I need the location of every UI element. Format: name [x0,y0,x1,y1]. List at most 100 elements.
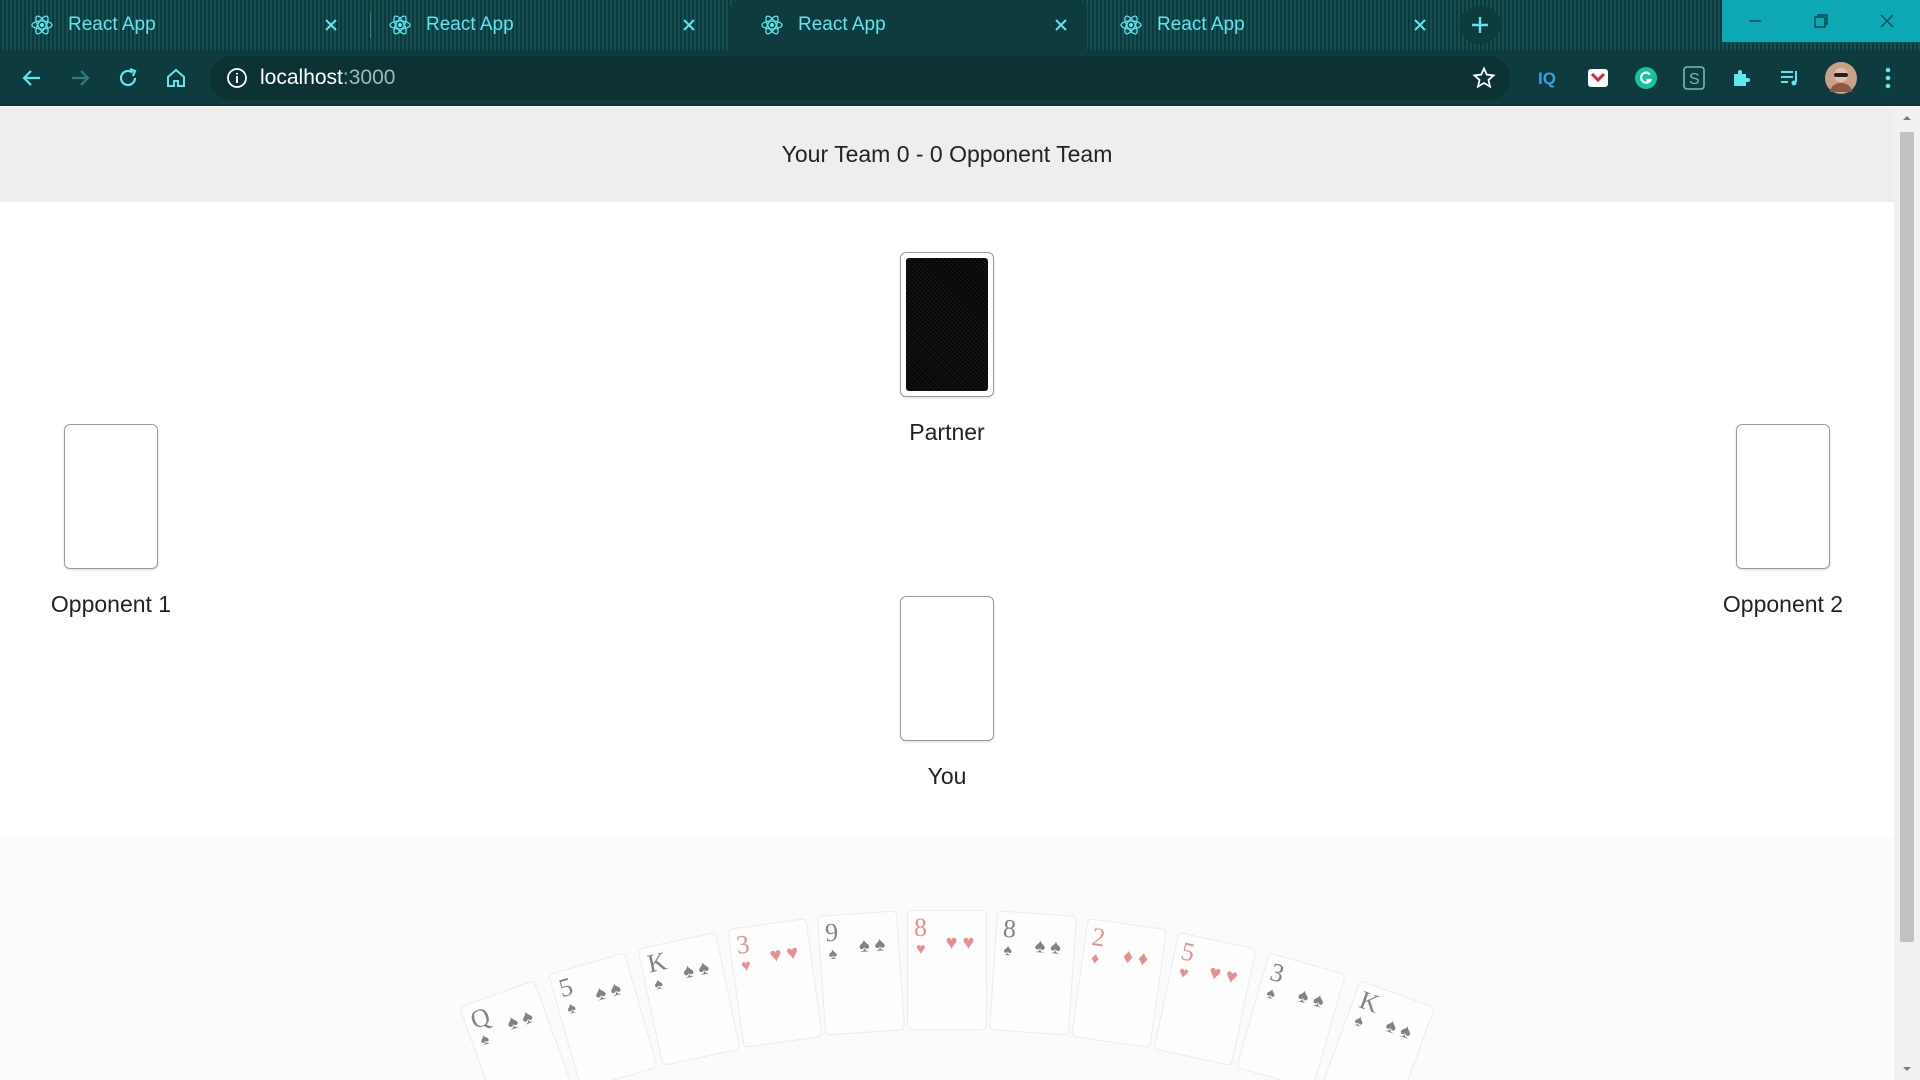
card-suit: ♦ [1089,949,1101,968]
page-viewport: Your Team 0 - 0 Opponent Team Partner Op… [0,107,1894,1080]
opponent1-card-slot [64,424,158,569]
score-text: Your Team 0 - 0 Opponent Team [781,141,1113,167]
forward-button[interactable] [66,64,94,92]
react-logo-icon [31,15,53,35]
card-suit: ♥ [916,941,926,958]
card-pips: ♠ ♠ [1295,984,1327,1014]
you-seat: You [847,596,1047,790]
info-icon [227,68,247,88]
card-suit: ♥ [740,957,753,976]
plus-icon [1472,17,1488,33]
restore-button[interactable] [1788,0,1854,42]
opponent2-card-slot [1736,424,1830,569]
iq-icon[interactable]: IQ [1536,64,1564,92]
react-logo-icon [389,15,411,35]
you-name: You [927,763,967,789]
partner-seat: Partner [847,252,1047,446]
close-icon [1880,14,1894,28]
browser-tab-active[interactable]: React App [730,0,1087,50]
scroll-up-arrow-icon[interactable] [1902,113,1912,123]
card-pips: ♠ ♠ [592,977,624,1006]
scoreboard: Your Team 0 - 0 Opponent Team [0,107,1894,202]
close-window-button[interactable] [1854,0,1920,42]
browser-toolbar: localhost:3000 IQ S [0,50,1920,106]
opponent2-seat: Opponent 2 [1683,424,1883,618]
address-bar[interactable]: localhost:3000 [210,56,1510,100]
opponent1-seat: Opponent 1 [11,424,211,618]
scrollbar[interactable] [1894,107,1920,1080]
scrollbar-thumb[interactable] [1900,132,1914,942]
card-suit: ♠ [1002,942,1013,960]
minimize-icon [1749,20,1761,22]
card-pips: ♠ ♠ [680,956,712,984]
restore-icon [1814,14,1828,28]
s-extension-icon[interactable]: S [1680,64,1708,92]
home-button[interactable] [162,64,190,92]
tab-title: React App [68,14,156,35]
partner-card-back [900,252,994,397]
close-icon[interactable] [1410,15,1430,35]
player-hand: Q ♠ ♠ ♠ 5 ♠ ♠ ♠ K ♠ ♠ ♠ 3 ♥ ♥ ♥ 9 ♠ ♠ ♠ 8 ♥ ♥ ♥ 8 ♠ ♠ ♠ 2 ♦ ♦ ♦… [0,838,1894,1080]
hand-card[interactable]: 3 ♥ ♥ ♥ [727,917,823,1048]
tab-title: React App [1157,14,1245,35]
card-rank: K [644,945,670,979]
opponent2-name: Opponent 2 [1722,591,1844,617]
arrow-right-icon [72,70,90,86]
card-pips: ♥ ♥ [768,941,800,968]
svg-text:S: S [1689,71,1700,88]
card-rank: 8 [914,913,927,942]
reload-button[interactable] [114,64,142,92]
close-icon[interactable] [321,15,341,35]
hand-card[interactable]: 8 ♠ ♠ ♠ [988,910,1078,1036]
card-suit: ♥ [1177,963,1190,983]
home-icon [167,68,185,87]
browser-tab[interactable]: React App [358,0,715,50]
close-icon[interactable] [679,15,699,35]
you-card-slot[interactable] [900,596,994,741]
hand-card[interactable]: K ♠ ♠ ♠ [637,931,741,1066]
card-rank: 8 [1002,914,1018,944]
avatar[interactable] [1824,61,1858,95]
tab-title: React App [798,14,886,35]
back-button[interactable] [18,64,46,92]
card-suit: ♠ [477,1030,492,1050]
url-port: :3000 [342,66,396,89]
tab-title: React App [426,14,514,35]
card-pips: ♠ ♠ [1033,935,1062,960]
new-tab-button[interactable] [1459,6,1501,44]
close-icon[interactable] [1051,15,1071,35]
card-back-pattern [906,258,988,391]
card-suit: ♠ [1351,1012,1366,1032]
card-suit: ♠ [652,975,665,994]
minimize-button[interactable] [1722,0,1788,42]
scroll-down-arrow-icon[interactable] [1902,1064,1912,1074]
bookmark-star-icon[interactable] [1472,66,1496,95]
card-rank: 2 [1090,921,1108,953]
partner-name: Partner [909,419,985,445]
hand-card[interactable]: 2 ♦ ♦ ♦ [1071,917,1167,1048]
url-host: localhost [260,66,343,89]
react-logo-icon [1120,15,1142,35]
browser-tab[interactable]: React App [1089,0,1446,50]
card-pips: ♠ ♠ [858,933,886,958]
tab-strip: React App React App React App React App [0,0,1920,50]
arrow-left-icon [22,70,40,86]
svg-text:IQ: IQ [1538,69,1556,88]
card-pips: ♦ ♦ [1121,945,1150,971]
card-pips: ♥ ♥ [945,932,975,954]
hand-card[interactable]: 9 ♠ ♠ ♠ [816,910,906,1036]
card-rank: Q [466,1001,495,1035]
card-rank: 3 [734,929,752,960]
reload-icon [119,67,137,87]
hand-card[interactable]: 8 ♥ ♥ ♥ [907,910,987,1030]
browser-tab[interactable]: React App [0,0,357,50]
pocket-icon[interactable] [1584,64,1612,92]
puzzle-icon[interactable] [1728,64,1756,92]
card-rank: 9 [824,917,840,948]
card-pips: ♠ ♠ [1382,1014,1415,1044]
media-queue-icon[interactable] [1776,64,1804,92]
more-vert-icon[interactable] [1874,64,1902,92]
card-pips: ♠ ♠ [503,1005,537,1036]
url-text: localhost:3000 [260,66,395,90]
grammarly-icon[interactable] [1632,64,1660,92]
